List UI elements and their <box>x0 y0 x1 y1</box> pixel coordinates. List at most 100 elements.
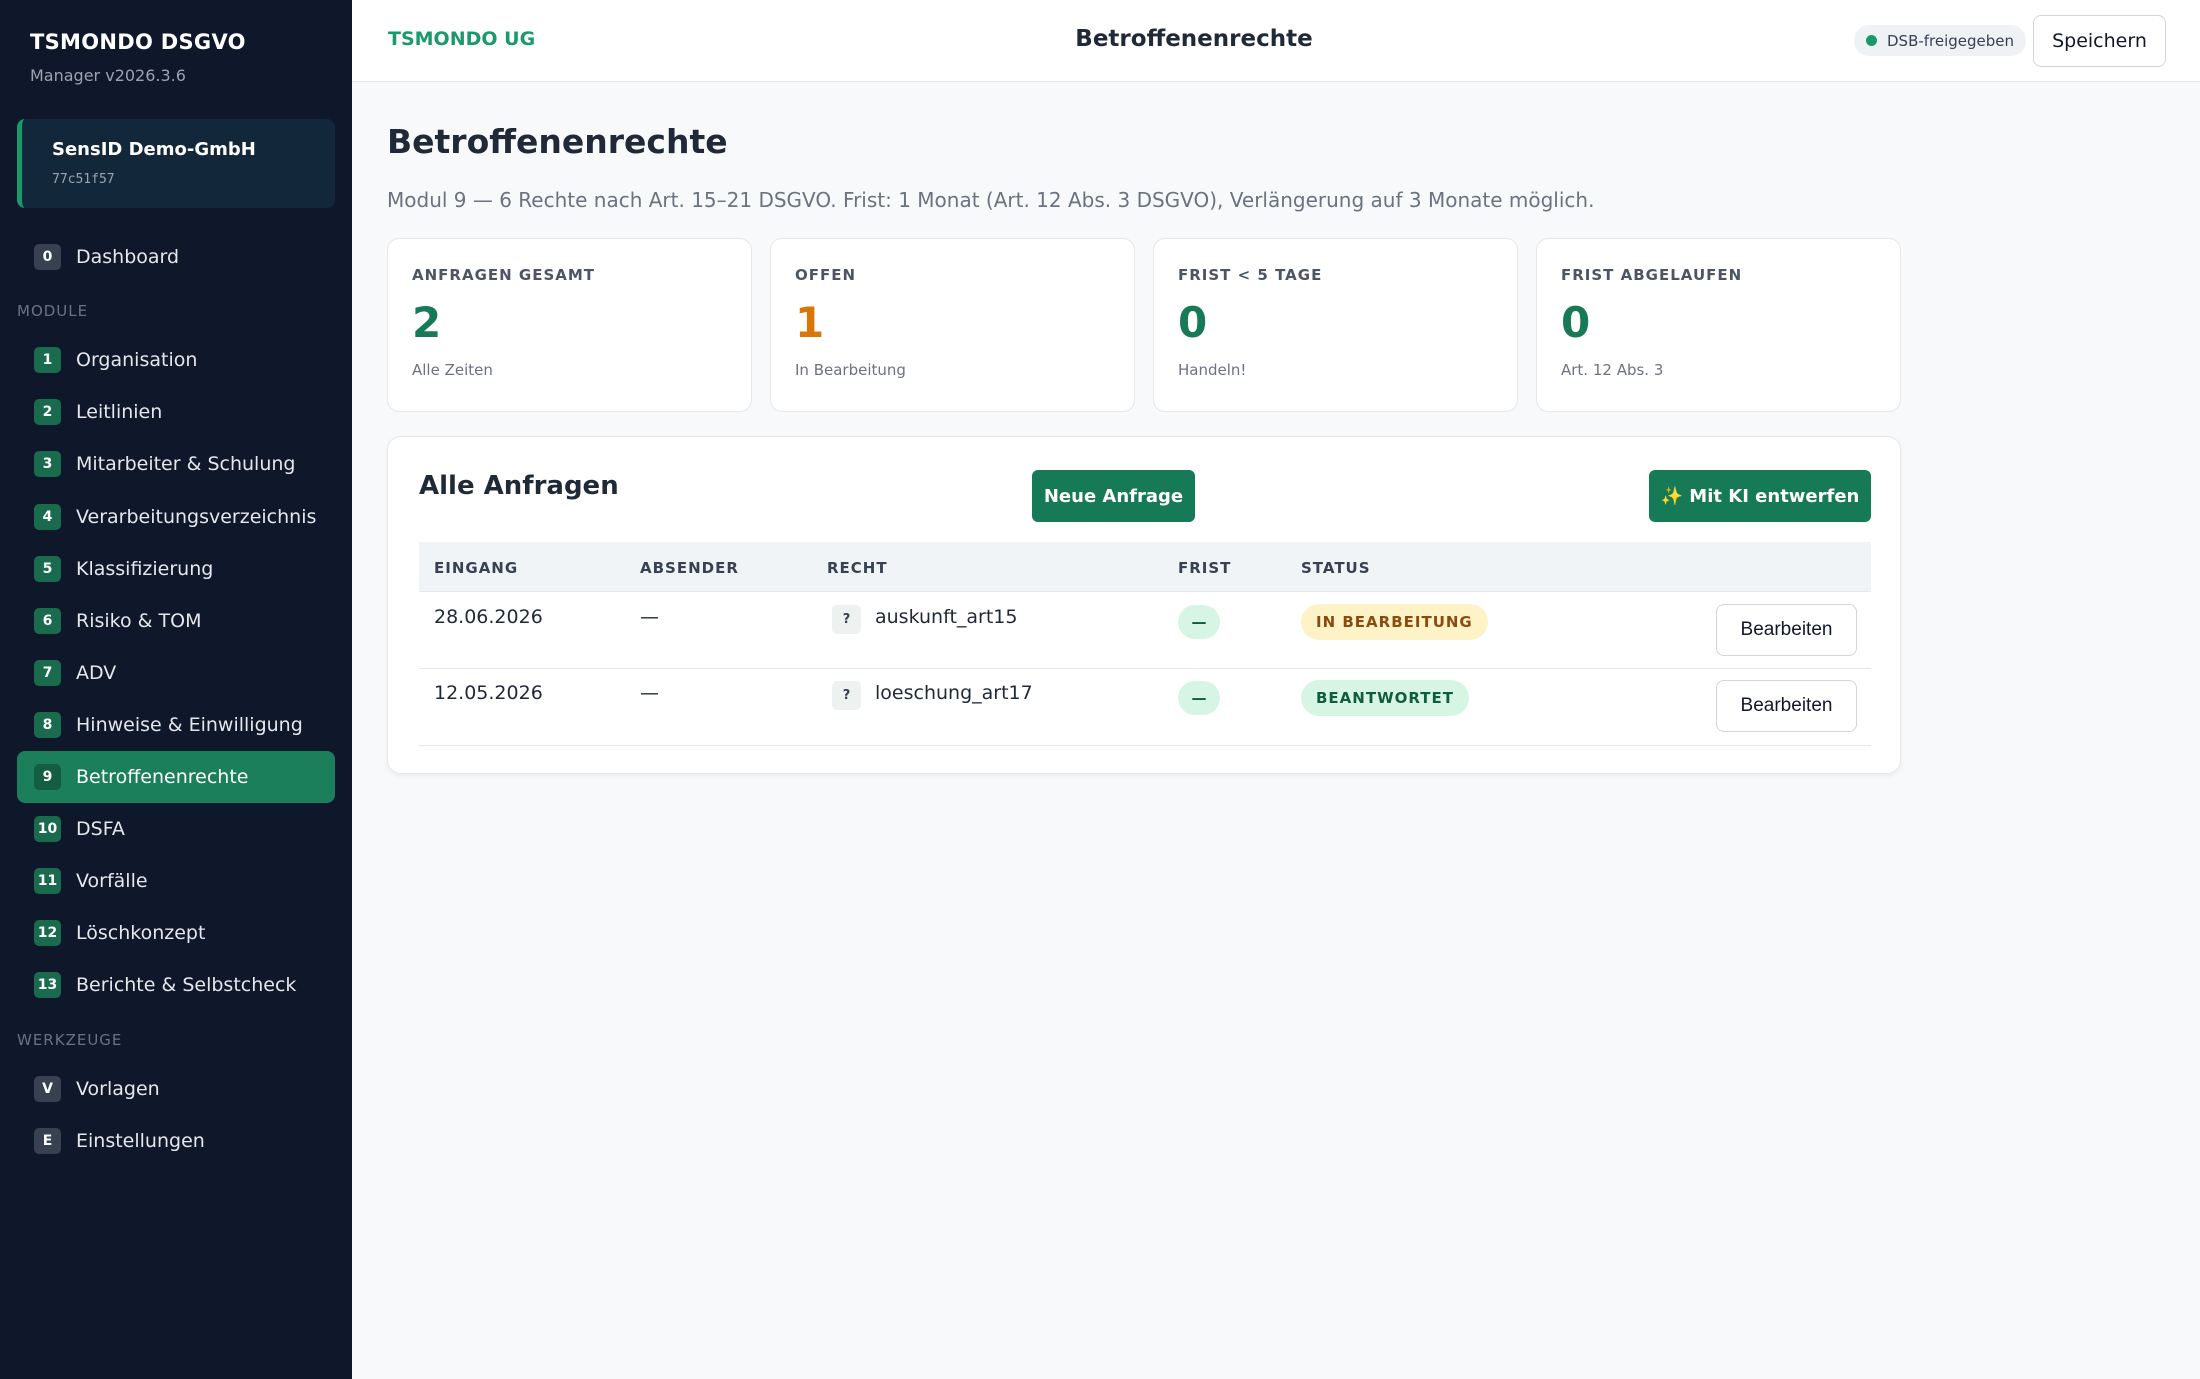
cell-absender: — <box>640 606 659 628</box>
sidebar-item-hinweise[interactable]: 8 Hinweise & Einwilligung <box>17 699 335 751</box>
kpi-value: 0 <box>1178 298 1208 347</box>
sidebar-item-label: Organisation <box>76 349 198 371</box>
frist-badge: — <box>1178 605 1220 639</box>
edit-button[interactable]: Bearbeiten <box>1716 604 1857 656</box>
sidebar: TSMONDO DSGVO Manager v2026.3.6 SensID D… <box>0 0 352 1379</box>
cell-eingang: 28.06.2026 <box>434 606 543 628</box>
sidebar-item-label: Leitlinien <box>76 401 163 423</box>
ai-draft-button[interactable]: ✨ Mit KI entwerfen <box>1649 470 1871 522</box>
nav-badge: 0 <box>34 244 61 270</box>
sidebar-item-label: DSFA <box>76 818 125 840</box>
new-request-button[interactable]: Neue Anfrage <box>1032 470 1195 522</box>
column-header-status[interactable]: STATUS <box>1301 559 1371 577</box>
nav-badge: 8 <box>34 712 61 738</box>
nav-badge: 7 <box>34 660 61 686</box>
nav-badge: E <box>34 1128 61 1154</box>
sidebar-item-label: Hinweise & Einwilligung <box>76 714 303 736</box>
sidebar-item-label: Dashboard <box>76 246 180 268</box>
status-badge: IN BEARBEITUNG <box>1301 604 1488 640</box>
nav-badge: 6 <box>34 608 61 634</box>
column-header-recht[interactable]: RECHT <box>827 559 888 577</box>
kpi-note: Alle Zeiten <box>412 361 493 379</box>
sidebar-item-label: Löschkonzept <box>76 922 206 944</box>
status-dot-icon <box>1866 35 1877 46</box>
unknown-right-icon: ? <box>832 605 861 634</box>
nav-badge: 11 <box>34 868 61 894</box>
nav-badge: 12 <box>34 920 61 946</box>
section-label-werkzeuge: WERKZEUGE <box>17 1031 123 1049</box>
sidebar-item-label: ADV <box>76 662 117 684</box>
nav-badge: 5 <box>34 556 61 582</box>
sidebar-item-vorlagen[interactable]: V Vorlagen <box>17 1063 335 1115</box>
dsb-status-badge: DSB-freigegeben <box>1854 25 2027 56</box>
cell-recht: auskunft_art15 <box>875 606 1018 628</box>
sidebar-item-label: Mitarbeiter & Schulung <box>76 453 296 475</box>
column-header-frist[interactable]: FRIST <box>1178 559 1231 577</box>
sidebar-item-verarbeitungsverzeichnis[interactable]: 4 Verarbeitungsverzeichnis <box>17 491 335 543</box>
page-subtitle: Modul 9 — 6 Rechte nach Art. 15–21 DSGVO… <box>387 188 1595 212</box>
kpi-label: OFFEN <box>795 266 857 284</box>
table-row[interactable]: 28.06.2026 — ? auskunft_art15 — IN BEARB… <box>419 592 1871 669</box>
sidebar-item-dashboard[interactable]: 0 Dashboard <box>17 231 335 283</box>
brand-version: Manager v2026.3.6 <box>30 66 186 85</box>
panel-title: Alle Anfragen <box>419 471 619 501</box>
kpi-card-anfragen-gesamt: ANFRAGEN GESAMT 2 Alle Zeiten <box>387 238 752 412</box>
sidebar-item-vorfaelle[interactable]: 11 Vorfälle <box>17 855 335 907</box>
sidebar-item-betroffenenrechte[interactable]: 9 Betroffenenrechte <box>17 751 335 803</box>
sidebar-item-risiko-tom[interactable]: 6 Risiko & TOM <box>17 595 335 647</box>
topbar: TSMONDO UG Betroffenenrechte DSB-freigeg… <box>352 0 2200 82</box>
cell-absender: — <box>640 682 659 704</box>
sidebar-item-label: Verarbeitungsverzeichnis <box>76 506 317 528</box>
nav-badge: 9 <box>34 764 61 790</box>
kpi-value: 0 <box>1561 298 1591 347</box>
nav-badge: 3 <box>34 451 61 477</box>
sidebar-item-berichte[interactable]: 13 Berichte & Selbstcheck <box>17 959 335 1011</box>
sidebar-item-label: Betroffenenrechte <box>76 766 249 788</box>
sidebar-item-loeschkonzept[interactable]: 12 Löschkonzept <box>17 907 335 959</box>
section-label-module: MODULE <box>17 302 89 320</box>
nav-badge: 10 <box>34 816 61 842</box>
sidebar-item-label: Einstellungen <box>76 1130 205 1152</box>
kpi-card-frist-5-tage: FRIST < 5 TAGE 0 Handeln! <box>1153 238 1518 412</box>
column-header-eingang[interactable]: EINGANG <box>434 559 518 577</box>
tenant-card[interactable]: SensID Demo-GmbH 77c51f57 <box>17 119 335 208</box>
column-header-absender[interactable]: ABSENDER <box>640 559 739 577</box>
page-title: Betroffenenrechte <box>387 122 728 161</box>
nav-badge: V <box>34 1076 61 1102</box>
cell-recht: loeschung_art17 <box>875 682 1033 704</box>
kpi-value: 1 <box>795 298 825 347</box>
requests-panel: Alle Anfragen Neue Anfrage ✨ Mit KI entw… <box>387 436 1901 774</box>
sidebar-item-organisation[interactable]: 1 Organisation <box>17 334 335 386</box>
sidebar-item-adv[interactable]: 7 ADV <box>17 647 335 699</box>
nav-badge: 2 <box>34 399 61 425</box>
sidebar-item-mitarbeiter[interactable]: 3 Mitarbeiter & Schulung <box>17 438 335 490</box>
kpi-card-offen: OFFEN 1 In Bearbeitung <box>770 238 1135 412</box>
sidebar-item-label: Risiko & TOM <box>76 610 202 632</box>
kpi-value: 2 <box>412 298 442 347</box>
cell-eingang: 12.05.2026 <box>434 682 543 704</box>
kpi-label: FRIST ABGELAUFEN <box>1561 266 1743 284</box>
table-row[interactable]: 12.05.2026 — ? loeschung_art17 — BEANTWO… <box>419 669 1871 746</box>
sidebar-item-klassifizierung[interactable]: 5 Klassifizierung <box>17 543 335 595</box>
nav-badge: 4 <box>34 504 61 530</box>
kpi-note: Art. 12 Abs. 3 <box>1561 361 1664 379</box>
sidebar-item-label: Vorlagen <box>76 1078 160 1100</box>
brand: TSMONDO DSGVO Manager v2026.3.6 <box>30 30 246 85</box>
kpi-label: FRIST < 5 TAGE <box>1178 266 1323 284</box>
sidebar-item-leitlinien[interactable]: 2 Leitlinien <box>17 386 335 438</box>
dsb-status-label: DSB-freigegeben <box>1887 31 2015 50</box>
edit-button[interactable]: Bearbeiten <box>1716 680 1857 732</box>
sidebar-item-label: Klassifizierung <box>76 558 214 580</box>
kpi-note: In Bearbeitung <box>795 361 906 379</box>
status-badge: BEANTWORTET <box>1301 680 1469 716</box>
unknown-right-icon: ? <box>832 681 861 710</box>
kpi-label: ANFRAGEN GESAMT <box>412 266 596 284</box>
sidebar-item-label: Berichte & Selbstcheck <box>76 974 297 996</box>
save-button[interactable]: Speichern <box>2033 15 2166 67</box>
topbar-title: Betroffenenrechte <box>1075 26 1313 52</box>
sidebar-item-einstellungen[interactable]: E Einstellungen <box>17 1115 335 1167</box>
table-header: EINGANG ABSENDER RECHT FRIST STATUS <box>419 542 1871 592</box>
kpi-note: Handeln! <box>1178 361 1247 379</box>
sidebar-item-dsfa[interactable]: 10 DSFA <box>17 803 335 855</box>
nav-badge: 1 <box>34 347 61 373</box>
